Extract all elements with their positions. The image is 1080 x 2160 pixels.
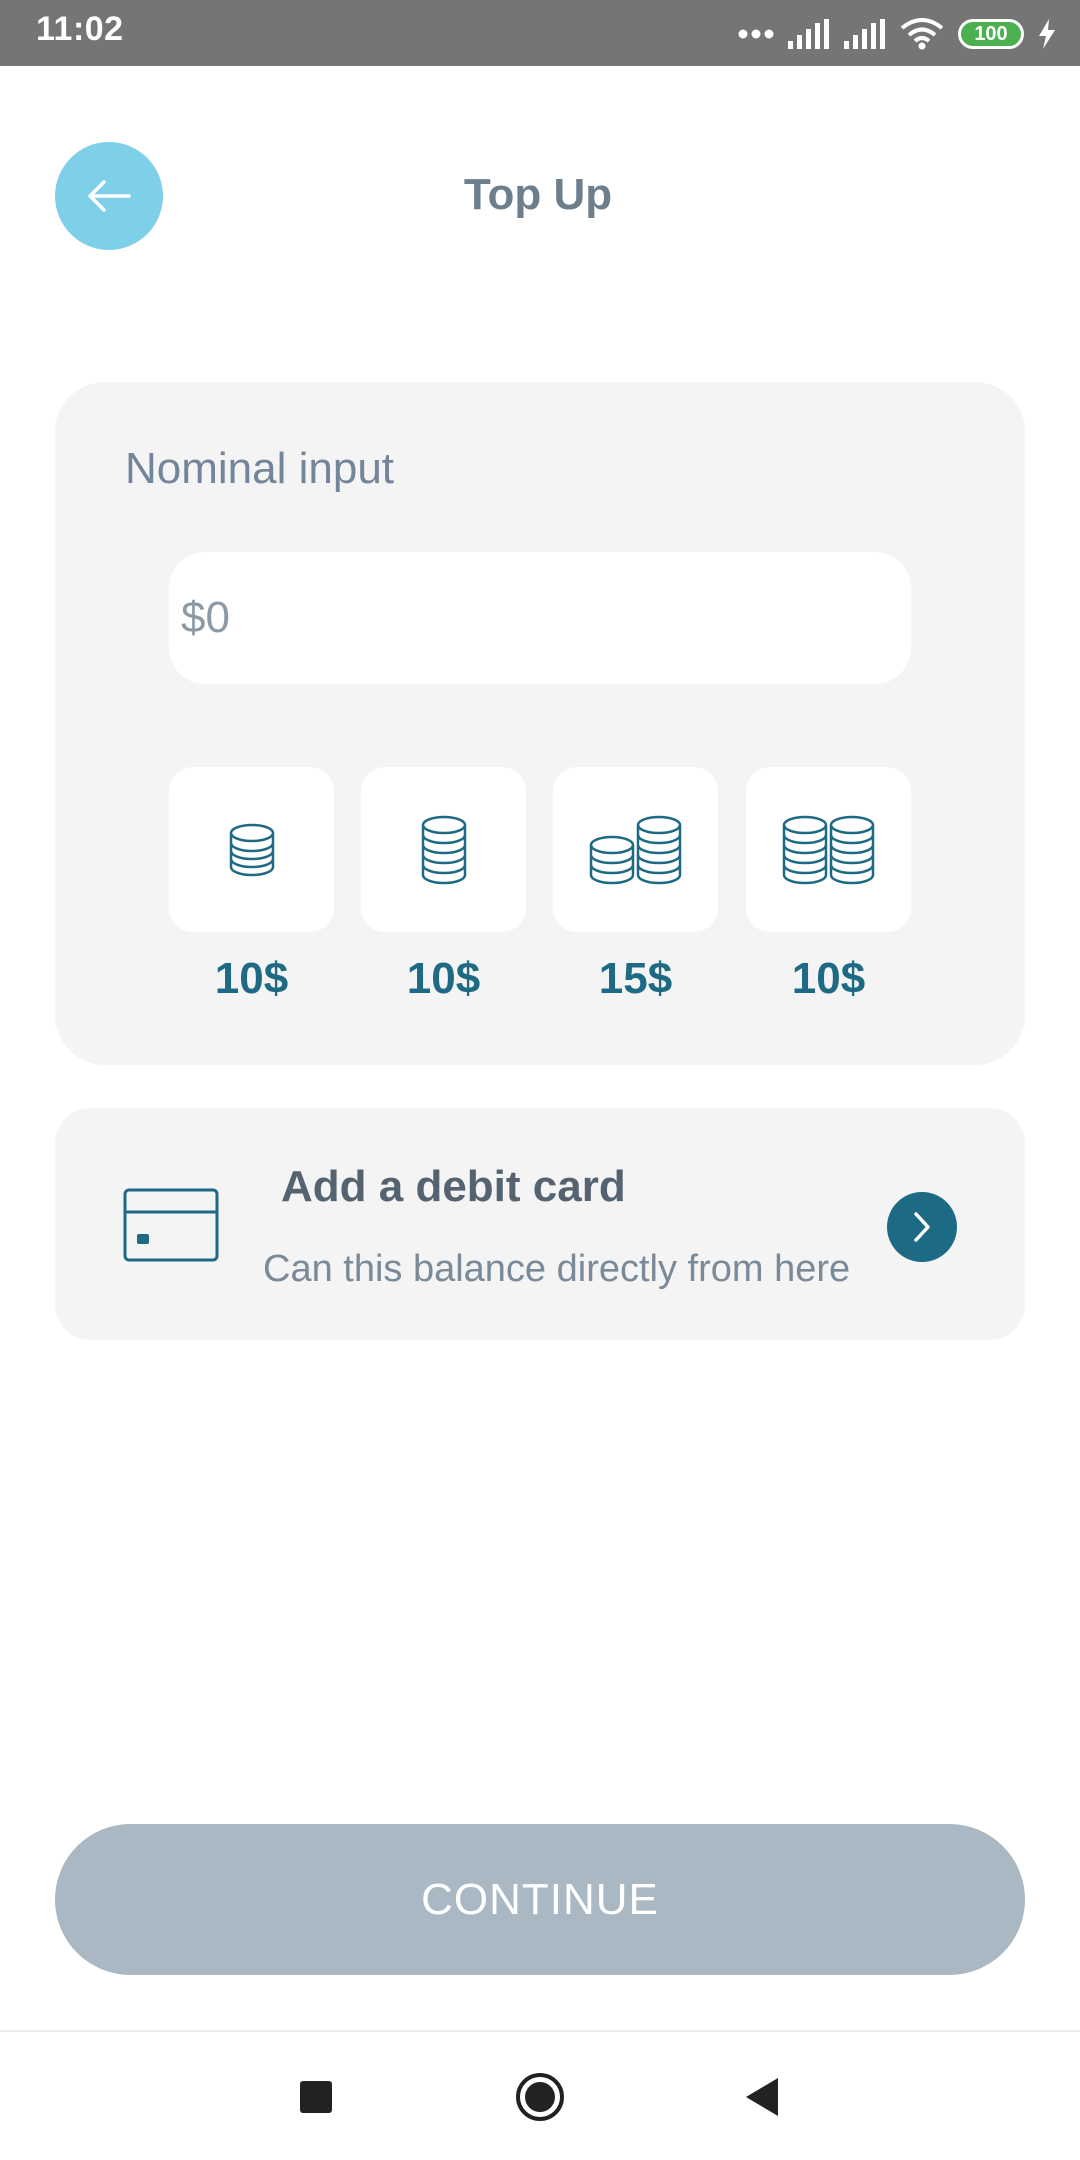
- battery-icon: 100: [958, 19, 1024, 49]
- amount-option-4[interactable]: 10$: [746, 767, 911, 1004]
- dots-icon: [738, 29, 774, 39]
- navigation-bar: [0, 2030, 1080, 2160]
- nominal-label: Nominal input: [125, 444, 395, 493]
- amount-option-label: 10$: [406, 954, 481, 1003]
- status-icons: 100: [738, 14, 1056, 54]
- amount-option-label: 10$: [791, 954, 866, 1003]
- amount-option-label: 15$: [598, 954, 673, 1003]
- amount-option-1[interactable]: 10$: [169, 767, 334, 1004]
- back-triangle-icon[interactable]: [742, 2072, 782, 2122]
- credit-card-icon: [123, 1188, 219, 1262]
- recent-apps-icon[interactable]: [296, 2072, 336, 2122]
- wifi-icon: [900, 18, 944, 50]
- charging-icon: [1039, 19, 1055, 49]
- amount-input[interactable]: [169, 552, 911, 684]
- page-title: Top Up: [463, 170, 613, 219]
- coin-stacks-large-icon: [782, 815, 874, 884]
- amount-option-box: [169, 767, 334, 932]
- amount-option-label: 10$: [214, 954, 289, 1003]
- debit-card-arrow-button[interactable]: [887, 1192, 957, 1262]
- amount-option-3[interactable]: 15$: [553, 767, 718, 1004]
- continue-button[interactable]: CONTINUE: [55, 1824, 1025, 1975]
- status-time: 11:02: [36, 10, 124, 48]
- add-debit-card-row[interactable]: Add a debit card Can this balance direct…: [55, 1108, 1025, 1340]
- chevron-right-icon: [914, 1212, 930, 1242]
- signal-icon: [788, 19, 829, 49]
- battery-level: 100: [974, 22, 1008, 45]
- nominal-card: Nominal input 10$: [55, 382, 1025, 1065]
- amount-option-box: [746, 767, 911, 932]
- coin-stacks-double-icon: [589, 815, 681, 884]
- home-icon[interactable]: [514, 2072, 566, 2122]
- debit-card-subtitle: Can this balance directly from here: [263, 1248, 851, 1290]
- amount-option-box: [553, 767, 718, 932]
- signal-icon: [844, 19, 885, 49]
- coin-stack-tall-icon: [421, 815, 466, 884]
- amount-option-box: [361, 767, 526, 932]
- amount-option-2[interactable]: 10$: [361, 767, 526, 1004]
- debit-card-title: Add a debit card: [281, 1162, 626, 1211]
- status-bar: 11:02 100: [0, 0, 1080, 66]
- coin-stack-small-icon: [229, 823, 274, 876]
